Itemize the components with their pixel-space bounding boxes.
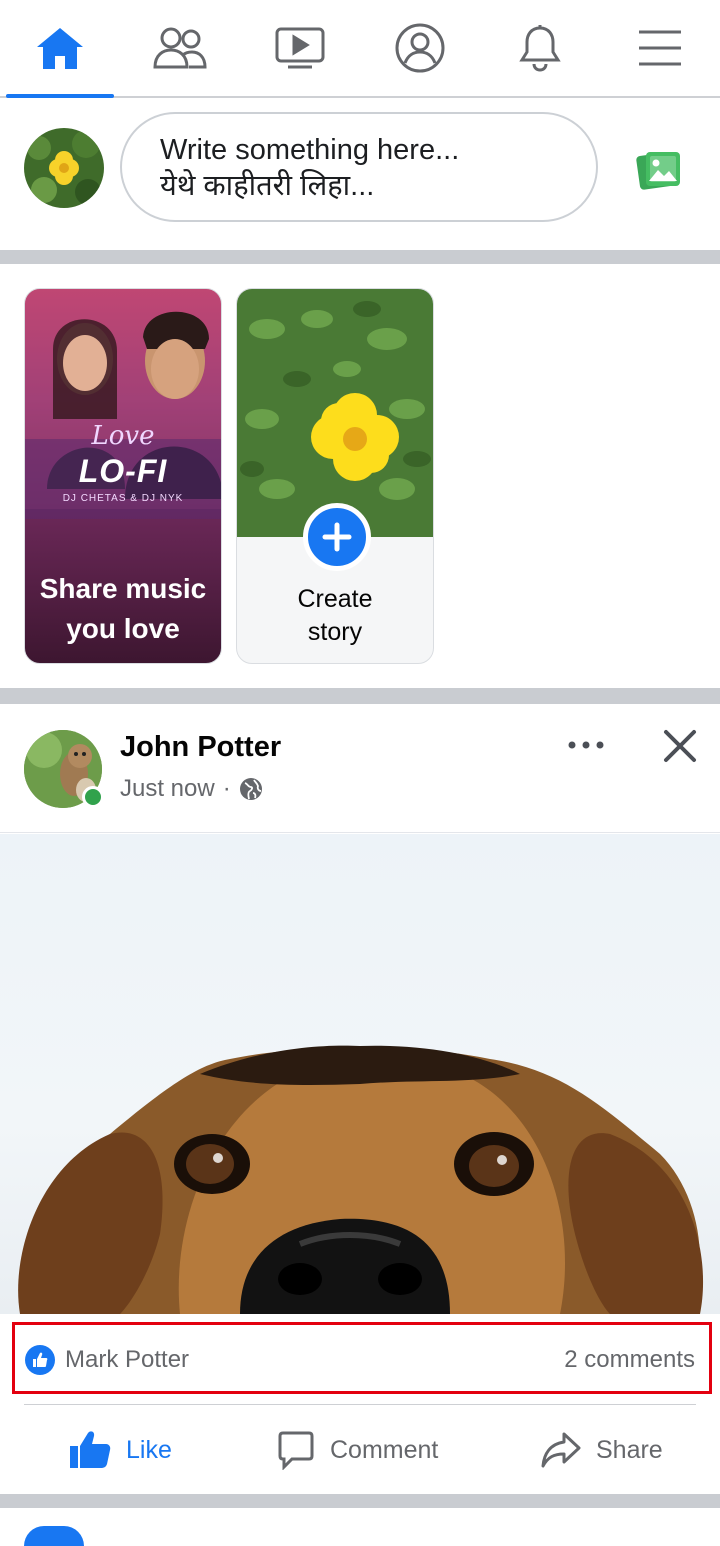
notifications-icon (519, 25, 561, 72)
online-status-dot (82, 786, 104, 808)
story-title: Share music you love (39, 573, 207, 644)
action-divider (24, 1404, 696, 1405)
photo-icon (636, 152, 680, 190)
reactions-summary-row[interactable]: Mark Potter 2 comments (12, 1322, 712, 1394)
like-reaction-icon (25, 1345, 55, 1375)
post-time[interactable]: Just now (120, 772, 215, 806)
tab-friends[interactable] (120, 0, 240, 96)
plus-icon (322, 522, 352, 552)
like-icon (70, 1431, 111, 1468)
tab-home[interactable] (0, 0, 120, 98)
tab-notifications[interactable] (480, 0, 600, 96)
post-options-button[interactable] (566, 730, 606, 760)
more-icon (568, 741, 604, 749)
post-photo[interactable] (0, 834, 720, 1314)
post-header (0, 704, 720, 833)
composer-placeholder-english: Write something here... (160, 134, 460, 166)
tab-watch[interactable] (240, 0, 360, 96)
story-card-create[interactable]: Create story (236, 288, 434, 664)
section-divider (0, 250, 720, 264)
menu-icon (639, 30, 681, 66)
comment-button[interactable]: Comment (276, 1420, 438, 1480)
comment-label: Comment (330, 1435, 439, 1464)
reactor-name[interactable]: Mark Potter (65, 1343, 189, 1377)
hide-post-button[interactable] (660, 728, 700, 764)
share-icon (541, 1432, 581, 1468)
comment-icon (278, 1431, 314, 1470)
like-label: Like (126, 1435, 172, 1464)
meta-separator: · (222, 775, 231, 802)
share-label: Share (596, 1435, 663, 1464)
create-story-button[interactable] (303, 503, 371, 571)
next-post-avatar (24, 1526, 84, 1546)
comment-count[interactable]: 2 comments (564, 1343, 695, 1377)
composer-input[interactable]: Write something here... येथे काहीतरी लिह… (120, 112, 598, 222)
story-card-share-music[interactable]: Love LO-FI DJ CHETAS & DJ NYK Share musi… (24, 288, 222, 664)
home-icon (37, 28, 83, 69)
section-divider (0, 688, 720, 704)
tab-profile[interactable] (360, 0, 480, 96)
top-navigation-bar (0, 0, 720, 98)
create-story-label: Create story (297, 585, 373, 646)
tab-menu[interactable] (600, 0, 720, 96)
like-button[interactable]: Like (68, 1420, 172, 1480)
globe-icon (239, 778, 262, 800)
watch-icon (275, 27, 325, 69)
poster-credit: DJ CHETAS & DJ NYK (62, 493, 184, 504)
section-divider (0, 1494, 720, 1508)
composer-placeholder-marathi: येथे काहीतरी लिहा... (160, 170, 375, 202)
poster-title: Love (91, 421, 155, 451)
close-icon (664, 730, 696, 762)
friends-icon (153, 27, 207, 69)
post-author-name[interactable]: John Potter (120, 728, 281, 766)
share-button[interactable]: Share (540, 1420, 663, 1480)
photo-button[interactable] (636, 148, 684, 192)
post-meta: Just now · (120, 772, 263, 806)
avatar[interactable] (24, 128, 104, 208)
profile-icon (395, 23, 445, 73)
poster-subtitle: LO-FI (78, 453, 168, 489)
